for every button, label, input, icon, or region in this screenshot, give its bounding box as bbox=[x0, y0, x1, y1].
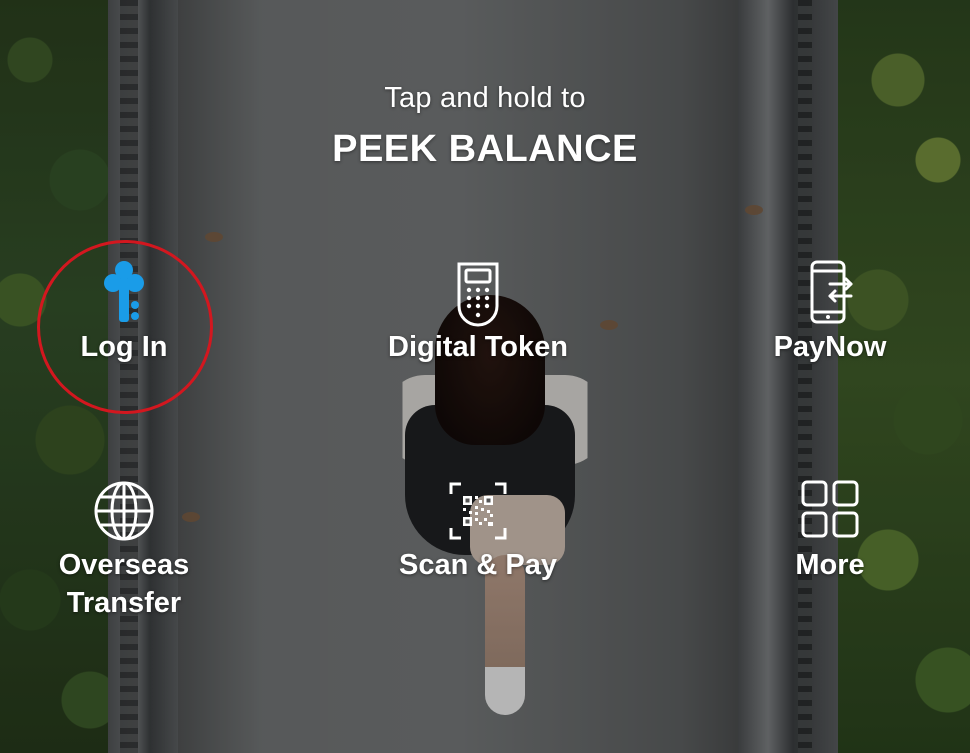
scan-pay-label: Scan & Pay bbox=[399, 549, 557, 581]
scan-pay-button[interactable]: Scan & Pay bbox=[358, 476, 598, 584]
peek-balance-button[interactable]: PEEK BALANCE bbox=[0, 128, 970, 171]
peek-balance-subtitle: Tap and hold to bbox=[384, 82, 586, 114]
digital-token-icon bbox=[457, 262, 499, 327]
overseas-transfer-label: Overseas Transfer bbox=[58, 549, 190, 619]
qr-scan-icon bbox=[449, 482, 507, 540]
more-button[interactable]: More bbox=[710, 476, 950, 584]
paynow-label: PayNow bbox=[773, 331, 887, 363]
login-label: Log In bbox=[80, 331, 168, 363]
paynow-button[interactable]: PayNow bbox=[710, 258, 950, 366]
key-icon bbox=[104, 261, 144, 322]
phone-transfer-icon bbox=[810, 260, 853, 324]
digital-token-label: Digital Token bbox=[388, 331, 568, 363]
more-label: More bbox=[795, 549, 865, 581]
login-button[interactable]: Log In bbox=[4, 258, 244, 366]
overseas-transfer-button[interactable]: Overseas Transfer bbox=[4, 476, 244, 622]
grid-icon bbox=[801, 480, 859, 538]
globe-icon bbox=[94, 481, 154, 541]
digital-token-button[interactable]: Digital Token bbox=[358, 258, 598, 366]
